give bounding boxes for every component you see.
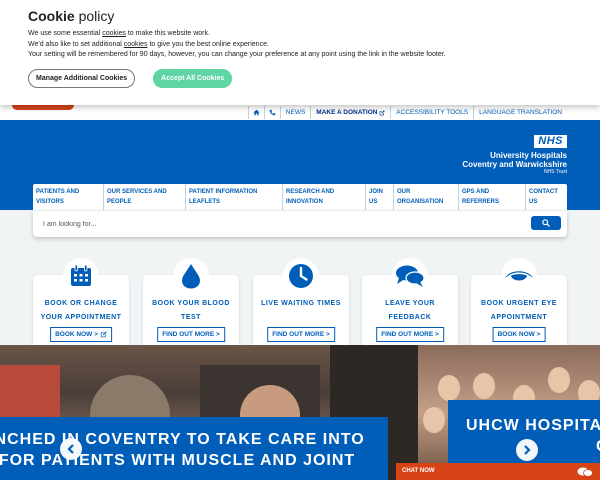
nav-research-and-innovation[interactable]: Research and innovation: [283, 184, 366, 210]
logo-line1: University Hospitals: [490, 151, 567, 160]
top-links-bar: NEWS MAKE A DONATION ACCESSIBILITY TOOLS…: [0, 105, 600, 120]
accessibility-tools-link[interactable]: ACCESSIBILITY TOOLS: [391, 106, 475, 119]
home-icon: [253, 109, 260, 116]
carousel-prev-button[interactable]: [60, 438, 82, 460]
accept-cookies-button[interactable]: Accept All Cookies: [153, 68, 233, 88]
nhs-trust-logo[interactable]: NHS University Hospitals Coventry and Wa…: [462, 131, 567, 176]
carousel-next-button[interactable]: [516, 439, 538, 461]
hidden-header-button: [12, 105, 74, 110]
card-waiting-times: Live waiting times FIND OUT MORE >: [253, 258, 349, 354]
nav-our-organisation[interactable]: Our organisation: [394, 184, 459, 210]
nav-contact-us[interactable]: Contact us: [526, 184, 567, 210]
blood-drop-icon: [173, 258, 209, 294]
language-translation-link[interactable]: LANGUAGE TRANSLATION: [474, 106, 567, 119]
hero-caption-line1: UNCHED IN COVENTRY TO TAKE CARE INTO: [0, 431, 365, 448]
cookie-text-line3: Your setting will be remembered for 90 d…: [28, 51, 446, 58]
chevron-right-icon: [524, 445, 531, 455]
search-button[interactable]: [531, 216, 561, 230]
cookie-text-line1: We use some essential cookies to make th…: [28, 30, 210, 37]
nav-gps-and-referrers[interactable]: GPs and referrers: [459, 184, 526, 210]
book-now-button[interactable]: BOOK NOW >: [50, 327, 112, 342]
card-title: Book urgent eye appointment: [481, 300, 557, 321]
card-book-appointment: Book or change your appointment BOOK NOW …: [33, 258, 129, 354]
nhs-badge: NHS: [534, 135, 567, 148]
cookie-banner: Cookie policy We use some essential cook…: [0, 0, 600, 105]
card-blood-test: Book your blood test FIND OUT MORE >: [143, 258, 239, 354]
calendar-icon: [63, 258, 99, 294]
hero-caption-line2: Y FOR PATIENTS WITH MUSCLE AND JOINT: [0, 452, 356, 469]
chat-bubbles-icon: [577, 467, 593, 477]
phone-link[interactable]: [265, 106, 281, 119]
news-link[interactable]: NEWS: [281, 106, 312, 119]
chat-now-button[interactable]: CHAT NOW: [396, 463, 600, 480]
cookies-link-2[interactable]: cookies: [124, 41, 148, 48]
hero-caption-right-line1: UHCW HOSPITAL: [466, 417, 600, 434]
find-out-more-button[interactable]: FIND OUT MORE >: [157, 327, 225, 342]
chevron-left-icon: [67, 444, 74, 454]
cookies-link[interactable]: cookies: [102, 30, 126, 37]
external-link-icon: [379, 110, 385, 115]
cookie-text-line2: We'd also like to set additional cookies…: [28, 40, 269, 48]
donation-link[interactable]: MAKE A DONATION: [311, 106, 392, 119]
card-title: Live waiting times: [261, 300, 341, 307]
nav-patients-and-visitors[interactable]: Patients and visitors: [33, 184, 104, 210]
hero-carousel: UNCHED IN COVENTRY TO TAKE CARE INTO Y FO…: [0, 345, 600, 480]
hero-caption-left[interactable]: UNCHED IN COVENTRY TO TAKE CARE INTO Y FO…: [0, 417, 388, 480]
speech-bubbles-icon: [392, 258, 428, 294]
find-out-more-button[interactable]: FIND OUT MORE >: [376, 327, 444, 342]
cookie-title: Cookie policy: [28, 8, 115, 24]
phone-icon: [269, 109, 276, 116]
nav-patient-information-leaflets[interactable]: Patient information leaflets: [186, 184, 283, 210]
logo-line2: Coventry and Warwickshire: [462, 160, 567, 169]
card-title: Leave your feedback: [385, 300, 435, 321]
search-icon: [542, 219, 550, 227]
external-link-icon: [100, 331, 107, 338]
card-title: Book or change your appointment: [40, 300, 122, 321]
book-now-button[interactable]: BOOK NOW >: [492, 327, 546, 342]
card-title: Book your blood test: [152, 300, 230, 321]
search-input[interactable]: [43, 217, 523, 231]
nav-our-services-and-people[interactable]: Our services and people: [104, 184, 186, 210]
manage-cookies-button[interactable]: Manage Additional Cookies: [28, 68, 136, 88]
chat-label: CHAT NOW: [402, 468, 435, 474]
site-search: [33, 210, 567, 237]
card-eye-appointment: Book urgent eye appointment BOOK NOW >: [471, 258, 567, 354]
nav-join-us[interactable]: Join us: [366, 184, 394, 210]
eye-icon: [501, 258, 537, 294]
logo-line3: NHS Trust: [543, 169, 567, 175]
find-out-more-button[interactable]: FIND OUT MORE >: [267, 327, 335, 342]
main-nav: Patients and visitors Our services and peo…: [33, 184, 567, 210]
quick-links: Book or change your appointment BOOK NOW …: [33, 258, 567, 354]
home-link[interactable]: [247, 106, 265, 119]
clock-icon: [283, 258, 319, 294]
card-feedback: Leave your feedback FIND OUT MORE >: [362, 258, 458, 354]
